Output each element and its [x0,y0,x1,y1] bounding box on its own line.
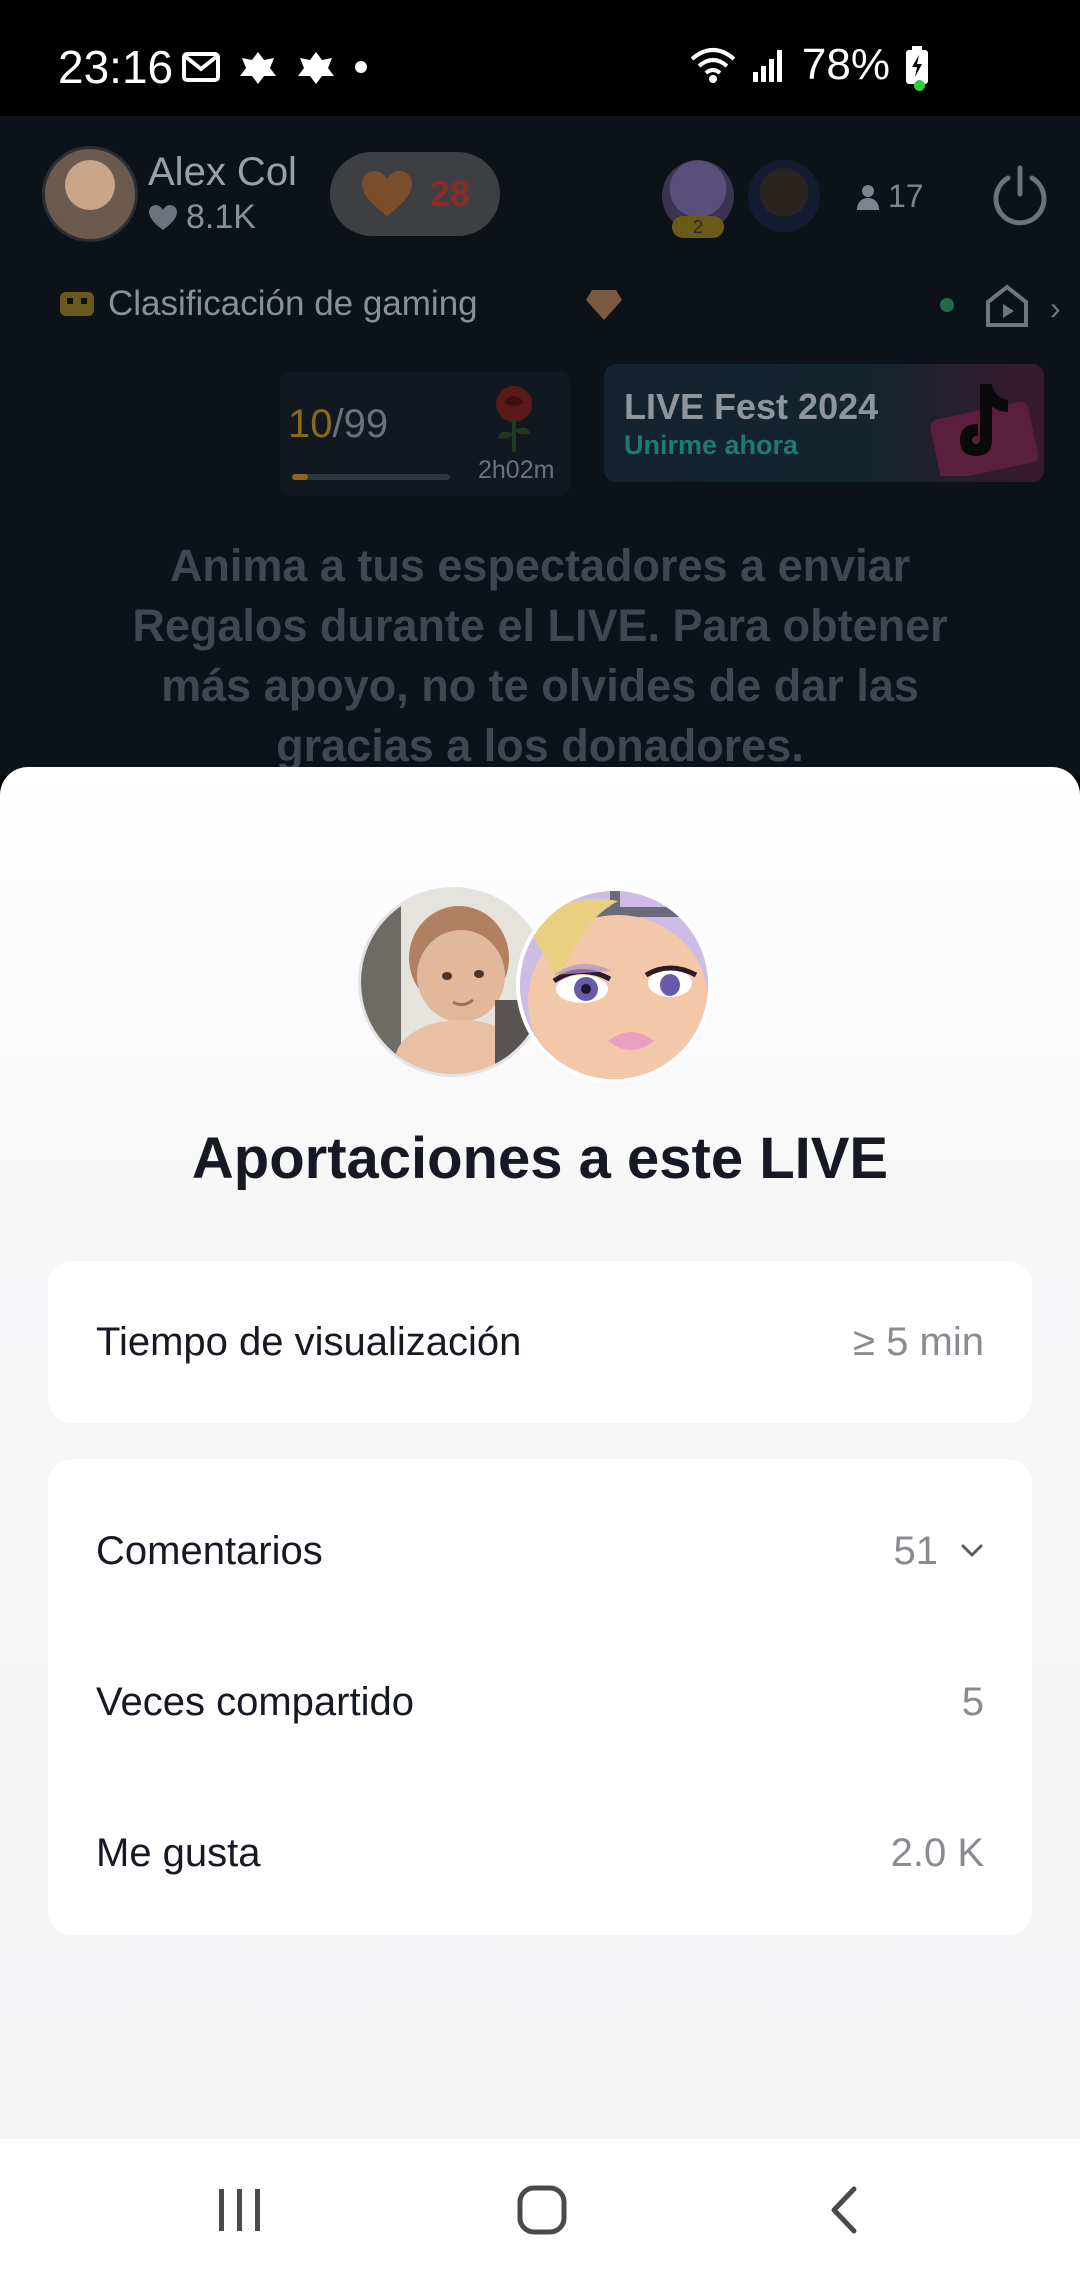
live-home-icon[interactable] [984,284,1030,328]
rank-progress-text: 10/99 [288,402,388,447]
viewer-count[interactable]: 17 [856,178,924,215]
heart-count: 28 [429,173,471,214]
battery-charging-icon [906,46,928,84]
battery-percent: 78% [801,40,890,89]
gift-timer: 2h02m [478,456,555,484]
back-button[interactable] [804,2175,884,2245]
tiktok-logo-icon [930,384,1038,476]
host-name[interactable]: Alex Col [148,150,297,195]
viewer-count-number: 17 [888,178,924,214]
contributions-sheet: Aportaciones a este LIVE Tiempo de visua… [0,767,1080,2139]
mail-icon [182,52,220,82]
recents-icon [219,2189,260,2231]
gamepad-icon [60,292,94,316]
host-likes: 8.1K [148,198,256,237]
fest-title: LIVE Fest 2024 [624,386,879,427]
viewer-avatar-2[interactable] [748,160,820,232]
likes-row: Me gusta 2.0 K [96,1813,984,1893]
diamond-icon[interactable] [584,288,624,322]
person-icon [857,184,879,210]
orange-heart-icon [361,171,412,216]
live-status-dot [940,298,954,312]
viewer-avatar-large [516,887,712,1083]
gaming-ranking[interactable]: Clasificación de gaming [58,284,478,324]
viewer-avatar-1[interactable]: 2 [662,160,734,238]
watch-time-value: ≥ 5 min [853,1319,984,1364]
notification-icons [182,48,368,86]
wifi-icon [690,48,736,83]
fest-join-link[interactable]: Unirme ahora [624,430,798,461]
heart-icon [149,204,177,230]
heart-counter[interactable]: 28 [330,152,500,236]
watch-time-card: Tiempo de visualización ≥ 5 min [48,1261,1032,1423]
rank-progress-bar [292,474,450,480]
back-icon [831,2186,857,2234]
privacy-indicator-dot [914,80,925,91]
gift-encouragement-text: Anima a tus espectadores a enviar Regalo… [132,540,948,771]
rank-total: /99 [332,402,389,446]
comments-row[interactable]: Comentarios 51 [96,1511,984,1591]
watch-time-row: Tiempo de visualización ≥ 5 min [96,1302,984,1382]
shares-row: Veces compartido 5 [96,1662,984,1742]
host-avatar[interactable] [42,146,138,242]
status-bar: 23:16 78% [0,0,1080,116]
chevron-down-icon[interactable] [960,1543,984,1559]
likes-label: Me gusta [96,1830,261,1875]
chevron-right-icon[interactable]: › [1050,290,1061,327]
comments-value: 51 [893,1528,939,1573]
live-stream-background: Alex Col 8.1K 28 2 17 Clasificación de g… [0,116,1080,776]
gaming-ranking-label: Clasificación de gaming [108,284,478,323]
comments-value-wrap[interactable]: 51 [894,1529,985,1574]
more-notifications-dot-icon [355,61,367,73]
rank-progress-fill [292,474,308,480]
live-fest-banner[interactable]: LIVE Fest 2024 Unirme ahora [604,364,1044,482]
power-icon[interactable] [988,164,1052,228]
rank-current: 10 [288,402,333,446]
rose-icon [496,386,532,452]
sheet-title: Aportaciones a este LIVE [191,1126,889,1191]
status-time: 23:16 [58,41,174,93]
app-notification-icon [240,52,276,84]
avatar-pair [358,887,714,1083]
system-navigation-bar [0,2139,1080,2280]
app-notification-icon-2 [298,52,334,84]
system-icons: 78% [688,40,930,90]
recents-button[interactable] [200,2175,280,2245]
shares-label: Veces compartido [96,1679,414,1724]
viewer-rank-badge: 2 [672,216,724,238]
gift-goal-box[interactable]: 10/99 2h02m [280,372,570,496]
likes-value: 2.0 K [890,1830,984,1875]
engagement-card: Comentarios 51 Veces compartido 5 Me gus… [48,1459,1032,1935]
shares-value: 5 [961,1679,984,1724]
host-likes-count: 8.1K [186,198,256,236]
comments-label: Comentarios [96,1528,323,1573]
watch-time-label: Tiempo de visualización [96,1319,522,1364]
home-button[interactable] [502,2175,582,2245]
home-icon [517,2185,567,2235]
signal-icon [752,50,782,82]
